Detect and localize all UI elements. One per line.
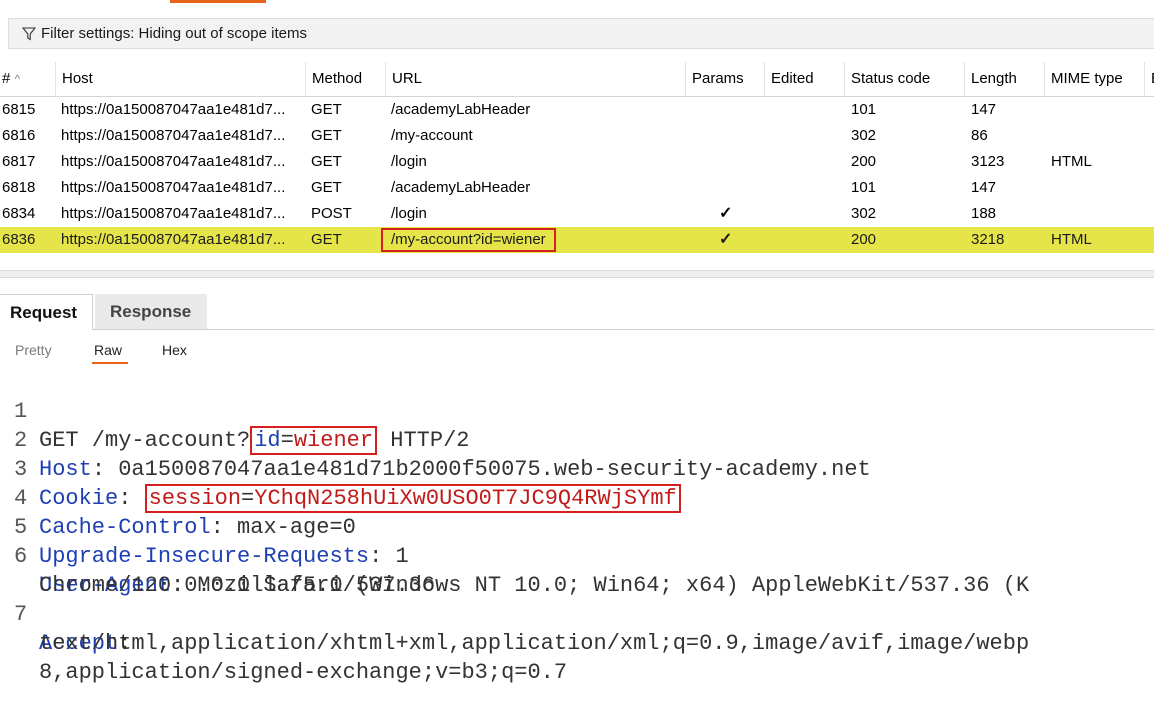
cell-status: 200: [851, 153, 877, 170]
cell-mime: HTML: [1051, 231, 1092, 248]
table-row[interactable]: 6818 https://0a150087047aa1e481d7... GET/a…: [0, 175, 1154, 201]
column-method[interactable]: Method: [305, 62, 385, 96]
cell-method: GET: [311, 101, 342, 118]
table-row[interactable]: 6834 https://0a150087047aa1e481d7... POST /…: [0, 201, 1154, 227]
filter-icon: [22, 26, 36, 40]
cell-host: https://0a150087047aa1e481d7...: [61, 205, 286, 222]
cell-length: 3123: [971, 153, 1005, 170]
sort-ascending-icon: ^: [14, 72, 21, 86]
column-status-code[interactable]: Status code: [844, 62, 964, 96]
cell-length: 147: [971, 179, 997, 196]
cell-num: 6817: [2, 153, 36, 170]
cell-status: 302: [851, 127, 877, 144]
tabs-divider: [93, 329, 1154, 330]
cell-url: /my-account: [391, 127, 473, 144]
tab-hex[interactable]: Hex: [162, 336, 187, 364]
highlighted-url: /my-account?id=wiener: [381, 228, 556, 252]
table-row[interactable]: 6815 https://0a150087047aa1e481d7... GET/a…: [0, 97, 1154, 123]
cell-url: /login: [391, 205, 427, 222]
cell-status: 101: [851, 179, 877, 196]
column-host[interactable]: Host: [55, 62, 305, 96]
column-extension[interactable]: E: [1144, 62, 1154, 96]
cell-num: 6834: [2, 205, 36, 222]
cell-url: /academyLabHeader: [391, 101, 531, 118]
cell-num: 6815: [2, 101, 36, 118]
cell-mime: HTML: [1051, 153, 1092, 170]
request-line-2: 2 Host: 0a150087047aa1e481d71b2000f50075…: [14, 428, 871, 482]
request-line-7: 7 Accept:: [14, 602, 132, 656]
cell-params: ✓: [719, 231, 733, 248]
request-line-1: 1 GET /my-account? id=wiener HTTP/2: [14, 399, 470, 455]
cell-method: GET: [311, 231, 342, 248]
active-tool-tab-indicator: [170, 0, 266, 3]
column-length[interactable]: Length: [964, 62, 1044, 96]
table-row[interactable]: 6836 https://0a150087047aa1e481d7... GET/m…: [0, 227, 1154, 253]
cell-length: 86: [971, 127, 988, 144]
tab-request[interactable]: Request: [0, 294, 93, 330]
cell-method: GET: [311, 179, 342, 196]
cell-length: 188: [971, 205, 997, 222]
cell-num: 6818: [2, 179, 36, 196]
filter-label: Filter settings: Hiding out of scope ite…: [41, 25, 307, 42]
cell-length: 147: [971, 101, 997, 118]
request-line-7-wrap-2: 8,application/signed-exchange;v=b3;q=0.7: [39, 660, 568, 685]
request-line-6-wrap: Chrome/120.0.0.0 Safari/537.36: [39, 573, 436, 598]
request-line-3: 3 Cookie: session=YChqN258hUiXw0USO0T7JC…: [0, 426, 1154, 513]
cell-status: 101: [851, 101, 877, 118]
cell-method: GET: [311, 153, 342, 170]
cell-host: https://0a150087047aa1e481d7...: [61, 231, 286, 248]
column-edited[interactable]: Edited: [764, 62, 844, 96]
cell-method: GET: [311, 127, 342, 144]
column-url[interactable]: URL: [385, 62, 685, 96]
cell-host: https://0a150087047aa1e481d7...: [61, 153, 286, 170]
tab-raw[interactable]: Raw: [91, 336, 129, 364]
raw-request-editor[interactable]: 1 GET /my-account? id=wiener HTTP/2 2 Hos…: [0, 368, 1154, 685]
tab-response[interactable]: Response: [95, 294, 207, 330]
cell-num: 6836: [2, 231, 36, 248]
cell-host: https://0a150087047aa1e481d7...: [61, 101, 286, 118]
column-mime-type[interactable]: MIME type: [1044, 62, 1144, 96]
cell-host: https://0a150087047aa1e481d7...: [61, 127, 286, 144]
cell-host: https://0a150087047aa1e481d7...: [61, 179, 286, 196]
filter-bar[interactable]: Filter settings: Hiding out of scope ite…: [8, 18, 1154, 49]
cell-method: POST: [311, 205, 352, 222]
request-line-4: 4 Cache-Control: max-age=0: [14, 486, 356, 540]
top-strip: [0, 0, 1154, 6]
cell-url: /login: [391, 153, 427, 170]
cell-params: ✓: [719, 205, 733, 222]
request-line-5: 5 Upgrade-Insecure-Requests: 1: [14, 515, 409, 569]
column-params[interactable]: Params: [685, 62, 764, 96]
table-row[interactable]: 6816 https://0a150087047aa1e481d7... GET/m…: [0, 123, 1154, 149]
cell-status: 302: [851, 205, 877, 222]
cell-status: 200: [851, 231, 877, 248]
cell-num: 6816: [2, 127, 36, 144]
request-line-7-wrap: text/html,application/xhtml+xml,applicat…: [39, 631, 1030, 656]
table-header: # ^ Host Method URL Params Edited Status…: [0, 62, 1154, 97]
tab-pretty[interactable]: Pretty: [15, 336, 52, 364]
pane-splitter[interactable]: [0, 270, 1154, 278]
cell-length: 3218: [971, 231, 1005, 248]
message-tabs: Request Response: [0, 294, 1154, 330]
http-history-table: # ^ Host Method URL Params Edited Status…: [0, 62, 1154, 253]
cell-url: /my-account?id=wiener: [381, 227, 556, 253]
column-number[interactable]: # ^: [0, 62, 55, 96]
request-line-6: 6 User-Agent: Mozilla/5.0 (Windows NT 10…: [14, 544, 1030, 598]
view-mode-tabs: Pretty Raw Hex: [0, 336, 1154, 364]
table-row[interactable]: 6817 https://0a150087047aa1e481d7... GET/l…: [0, 149, 1154, 175]
cell-url: /academyLabHeader: [391, 179, 531, 196]
